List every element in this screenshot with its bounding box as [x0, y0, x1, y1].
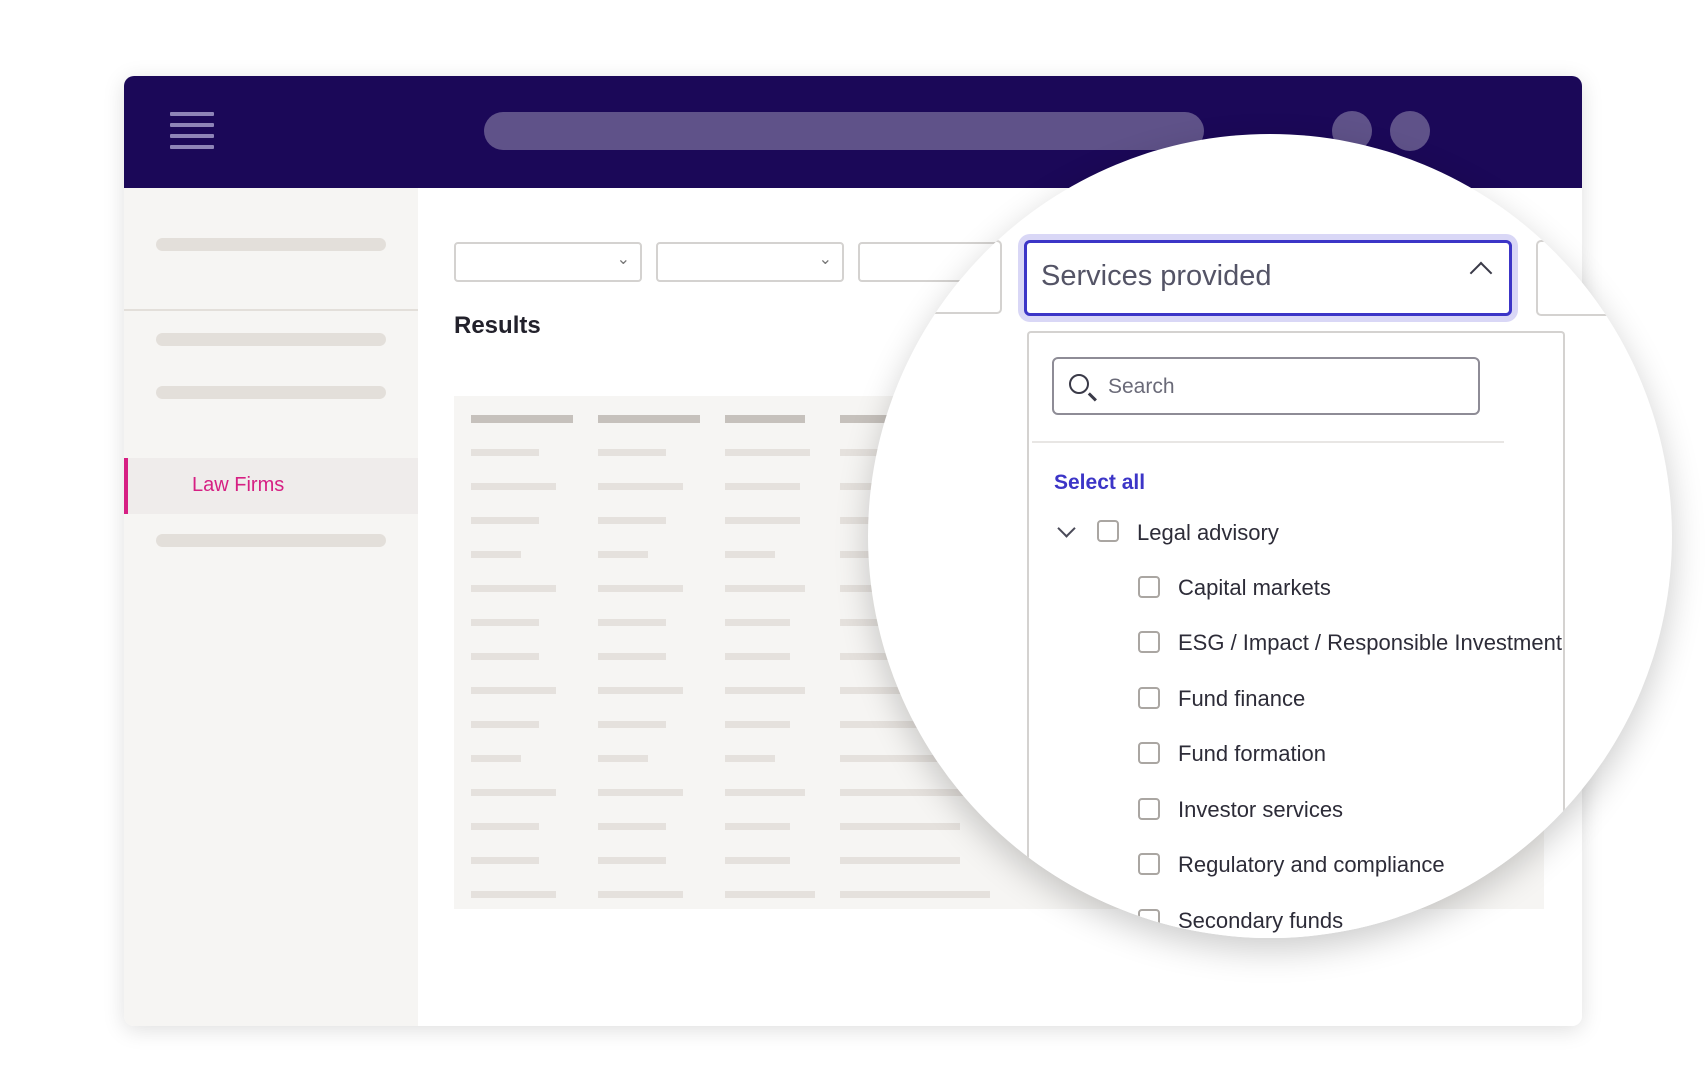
search-icon-handle — [1088, 392, 1097, 402]
sidebar-item-placeholder[interactable] — [156, 238, 386, 251]
table-cell-placeholder — [598, 449, 666, 456]
option-legal-advisory[interactable]: Legal advisory — [1137, 520, 1279, 546]
table-cell-placeholder — [598, 619, 666, 626]
table-cell-placeholder — [471, 721, 539, 728]
table-cell-placeholder — [471, 857, 539, 864]
table-cell-placeholder — [725, 517, 800, 524]
table-header-placeholder — [598, 415, 700, 423]
checkbox-icon[interactable] — [1138, 798, 1160, 820]
menu-icon[interactable] — [170, 112, 214, 150]
table-cell-placeholder — [598, 823, 666, 830]
sidebar-item-placeholder[interactable] — [156, 386, 386, 399]
checkbox-icon[interactable] — [1138, 742, 1160, 764]
table-cell-placeholder — [471, 755, 521, 762]
select-all-link[interactable]: Select all — [1054, 471, 1145, 495]
sidebar-item-placeholder[interactable] — [156, 534, 386, 547]
table-header-placeholder — [725, 415, 805, 423]
table-cell-placeholder — [725, 449, 810, 456]
checkbox-icon[interactable] — [1097, 520, 1119, 542]
table-cell-placeholder — [725, 755, 775, 762]
table-cell-placeholder — [471, 891, 556, 898]
table-cell-placeholder — [598, 891, 683, 898]
sidebar-divider — [124, 309, 418, 311]
services-provided-dropdown[interactable]: Services provided — [1024, 240, 1512, 316]
option-fund-finance[interactable]: Fund finance — [1178, 686, 1305, 712]
table-header-placeholder — [471, 415, 573, 423]
chevron-up-icon — [1469, 261, 1493, 285]
table-cell-placeholder — [725, 721, 790, 728]
option-fund-formation[interactable]: Fund formation — [1178, 741, 1326, 767]
table-cell-placeholder — [598, 585, 683, 592]
filter-dropdown[interactable]: ⌄ — [454, 242, 642, 282]
sidebar: Law Firms — [124, 188, 418, 1026]
dropdown-label: Services provided — [1041, 260, 1272, 292]
table-cell-placeholder — [598, 687, 683, 694]
table-cell-placeholder — [598, 755, 648, 762]
option-esg[interactable]: ESG / Impact / Responsible Investment — [1178, 630, 1562, 656]
table-cell-placeholder — [471, 823, 539, 830]
filter-dropdown[interactable] — [1536, 240, 1672, 316]
checkbox-icon[interactable] — [1138, 909, 1160, 931]
chevron-down-icon: ⌄ — [818, 251, 832, 268]
table-cell-placeholder — [725, 585, 805, 592]
table-cell-placeholder — [471, 687, 556, 694]
filter-dropdown[interactable] — [868, 240, 1002, 314]
checkbox-icon[interactable] — [1138, 853, 1160, 875]
table-cell-placeholder — [598, 483, 683, 490]
option-investor-services[interactable]: Investor services — [1178, 797, 1343, 823]
table-cell-placeholder — [471, 619, 539, 626]
table-cell-placeholder — [471, 449, 539, 456]
table-cell-placeholder — [471, 517, 539, 524]
table-cell-placeholder — [598, 653, 666, 660]
search-icon — [1069, 374, 1089, 394]
table-cell-placeholder — [471, 585, 556, 592]
table-cell-placeholder — [598, 857, 666, 864]
checkbox-icon[interactable] — [1138, 631, 1160, 653]
table-cell-placeholder — [725, 653, 790, 660]
table-cell-placeholder — [471, 483, 556, 490]
table-cell-placeholder — [471, 653, 539, 660]
table-cell-placeholder — [725, 483, 800, 490]
table-cell-placeholder — [725, 857, 790, 864]
table-cell-placeholder — [471, 551, 521, 558]
table-cell-placeholder — [471, 789, 556, 796]
table-cell-placeholder — [725, 551, 775, 558]
results-heading: Results — [454, 312, 541, 339]
table-cell-placeholder — [598, 551, 648, 558]
sidebar-item-law-firms[interactable]: Law Firms — [124, 458, 418, 514]
chevron-down-icon: ⌄ — [616, 251, 630, 268]
table-cell-placeholder — [598, 721, 666, 728]
option-capital-markets[interactable]: Capital markets — [1178, 575, 1331, 601]
table-cell-placeholder — [598, 517, 666, 524]
sidebar-item-placeholder[interactable] — [156, 333, 386, 346]
divider — [1032, 441, 1504, 443]
filter-dropdown[interactable]: ⌄ — [656, 242, 844, 282]
table-cell-placeholder — [725, 891, 815, 898]
table-cell-placeholder — [725, 619, 790, 626]
table-cell-placeholder — [598, 789, 683, 796]
sidebar-item-label: Law Firms — [192, 474, 285, 496]
table-cell-placeholder — [725, 687, 805, 694]
checkbox-icon[interactable] — [1138, 576, 1160, 598]
option-regulatory[interactable]: Regulatory and compliance — [1178, 852, 1445, 878]
magnifier-lens: Services provided Select all Legal advis… — [868, 134, 1672, 938]
checkbox-icon[interactable] — [1138, 687, 1160, 709]
table-cell-placeholder — [725, 789, 805, 796]
option-secondary-funds[interactable]: Secondary funds — [1178, 908, 1343, 934]
search-field[interactable] — [1052, 357, 1480, 415]
table-cell-placeholder — [725, 823, 790, 830]
search-input[interactable] — [1106, 369, 1470, 405]
